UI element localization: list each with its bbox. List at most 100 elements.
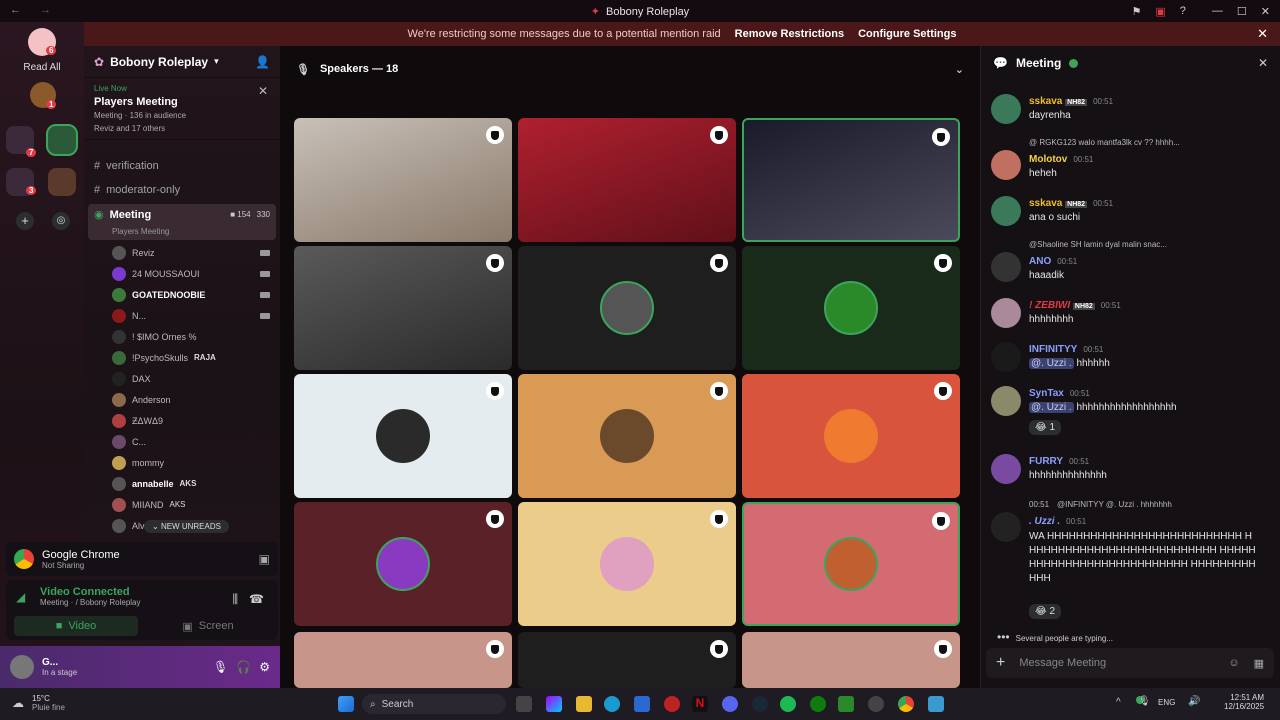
close-icon[interactable]: ✕	[1258, 56, 1268, 70]
maximize-button[interactable]: ☐	[1237, 5, 1247, 18]
gear-icon[interactable]: ⚙	[259, 660, 270, 674]
discover-icon[interactable]: ◎	[52, 212, 70, 230]
chrome-icon[interactable]	[898, 696, 914, 712]
emoji-icon[interactable]: ☺	[1228, 657, 1239, 669]
list-item[interactable]: ƵΔWΔ9	[84, 410, 280, 431]
clock[interactable]: 12:51 AM 12/16/2025	[1224, 693, 1264, 711]
list-item[interactable]: ! $IMO Ornes %	[84, 326, 280, 347]
app-icon[interactable]	[868, 696, 884, 712]
close-icon[interactable]: ✕	[258, 84, 268, 98]
close-notice-icon[interactable]: ✕	[1257, 26, 1268, 42]
reply-preview[interactable]: @ RGKG123 walo mantfa3lk cv ?? hhhh...	[1029, 138, 1180, 147]
speaker-tile[interactable]	[294, 502, 512, 626]
speaker-tile[interactable]	[742, 502, 960, 626]
avatar[interactable]	[991, 342, 1021, 372]
noise-suppression-icon[interactable]: ⫼	[232, 592, 238, 607]
edge-icon[interactable]	[604, 696, 620, 712]
speaker-tile[interactable]	[294, 374, 512, 498]
speaker-tile[interactable]	[294, 246, 512, 370]
mention[interactable]: @. Uzzi .	[1029, 402, 1074, 413]
message-input[interactable]: + Message Meeting ☺ ▦	[986, 648, 1274, 678]
help-icon[interactable]: ?	[1180, 5, 1186, 17]
monitor-icon[interactable]: ▣	[1155, 5, 1165, 18]
reply-preview[interactable]: 00:51 @INFINITYY @. Uzzi . hhhhhhh	[1029, 500, 1172, 509]
server-folder[interactable]	[48, 168, 76, 196]
speaker-tile[interactable]	[742, 118, 960, 242]
reaction-pill[interactable]: 😂 1	[1029, 420, 1062, 435]
new-unreads-pill[interactable]: ⌄ NEW UNREADS	[144, 520, 229, 533]
store-icon[interactable]	[634, 696, 650, 712]
speaker-tile[interactable]	[518, 246, 736, 370]
share-toggle-icon[interactable]: ▣	[259, 552, 270, 566]
list-item[interactable]: mommy	[84, 452, 280, 473]
minimize-button[interactable]: —	[1212, 5, 1223, 17]
speaker-tile[interactable]	[518, 502, 736, 626]
video-button[interactable]: ■ Video	[14, 616, 138, 636]
language-indicator[interactable]: ENG	[1158, 698, 1175, 707]
avatar[interactable]	[991, 94, 1021, 124]
channel-moderator-only[interactable]: # moderator-only	[84, 180, 280, 200]
disconnect-icon[interactable]: ☎	[249, 592, 264, 606]
reaction-pill[interactable]: 😂 2	[1029, 604, 1062, 619]
list-item[interactable]: 24 MOUSSAOUI	[84, 263, 280, 284]
live-stage-card[interactable]: Live Now Players Meeting Meeting · 136 i…	[84, 78, 280, 140]
add-server-icon[interactable]: +	[16, 212, 34, 230]
stage-channel-meeting[interactable]: ◉ Meeting ■ 154 330 Players Meeting	[88, 204, 276, 240]
avatar[interactable]	[991, 252, 1021, 282]
inbox-icon[interactable]: ⚑	[1132, 5, 1142, 18]
list-item[interactable]: annabelle AKS	[84, 473, 280, 494]
configure-settings-button[interactable]: Configure Settings	[858, 28, 956, 40]
list-item[interactable]: MIIAND AKS	[84, 494, 280, 515]
avatar[interactable]	[10, 655, 34, 679]
avatar[interactable]	[991, 386, 1021, 416]
netflix-icon[interactable]: N	[692, 696, 708, 712]
discord-icon[interactable]	[722, 696, 738, 712]
start-icon[interactable]	[338, 696, 354, 712]
list-item[interactable]: GOATEDNOOBIE	[84, 284, 280, 305]
avatar[interactable]	[991, 454, 1021, 484]
speaker-tile[interactable]	[518, 374, 736, 498]
close-window-button[interactable]: ✕	[1261, 5, 1270, 18]
reply-preview[interactable]: @Shaoline SH lamin dyal malin snac...	[1029, 240, 1167, 249]
speaker-tile[interactable]	[518, 632, 736, 688]
steam-icon[interactable]	[752, 696, 768, 712]
app-icon[interactable]	[664, 696, 680, 712]
list-item[interactable]: N...	[84, 305, 280, 326]
avatar[interactable]	[991, 196, 1021, 226]
terminal-icon[interactable]	[838, 696, 854, 712]
notepad-icon[interactable]	[928, 696, 944, 712]
list-item[interactable]: !PsychoSkulls RAJA	[84, 347, 280, 368]
copilot-icon[interactable]	[546, 696, 562, 712]
xbox-icon[interactable]	[810, 696, 826, 712]
volume-icon[interactable]: 🔊	[1188, 696, 1200, 707]
list-item[interactable]: Anderson	[84, 389, 280, 410]
list-item[interactable]: Reviz	[84, 242, 280, 263]
avatar[interactable]	[991, 150, 1021, 180]
file-explorer-icon[interactable]	[576, 696, 592, 712]
speaker-tile[interactable]	[742, 632, 960, 688]
add-attachment-icon[interactable]: +	[996, 654, 1005, 672]
list-item[interactable]: C...	[84, 431, 280, 452]
list-item[interactable]: DAX	[84, 368, 280, 389]
mention[interactable]: @. Uzzi .	[1029, 358, 1074, 369]
invite-icon[interactable]: 👤	[255, 55, 270, 69]
weather-widget[interactable]: 15°C Pluie fine	[32, 694, 65, 712]
channel-verification[interactable]: # verification	[84, 156, 280, 176]
microphone-icon[interactable]: 🎙	[1138, 696, 1151, 707]
speaker-tile[interactable]	[518, 118, 736, 242]
apps-icon[interactable]: ▦	[1254, 657, 1264, 670]
spotify-icon[interactable]	[780, 696, 796, 712]
speaker-tile[interactable]	[294, 118, 512, 242]
server-header[interactable]: ✿ Bobony Roleplay ▾ 👤	[84, 46, 280, 78]
task-view-icon[interactable]	[516, 696, 532, 712]
speaker-tile[interactable]	[294, 632, 512, 688]
avatar[interactable]	[991, 512, 1021, 542]
speaker-tile[interactable]	[742, 246, 960, 370]
headphones-icon[interactable]: 🎧	[236, 660, 251, 674]
tray-chevron-icon[interactable]: ^	[1116, 697, 1121, 708]
speaker-tile[interactable]	[742, 374, 960, 498]
microphone-icon[interactable]: 🎙	[213, 660, 228, 674]
taskbar-search[interactable]: ⌕ Search	[362, 694, 506, 714]
chevron-down-icon[interactable]: ⌄	[955, 63, 964, 76]
avatar[interactable]	[991, 298, 1021, 328]
